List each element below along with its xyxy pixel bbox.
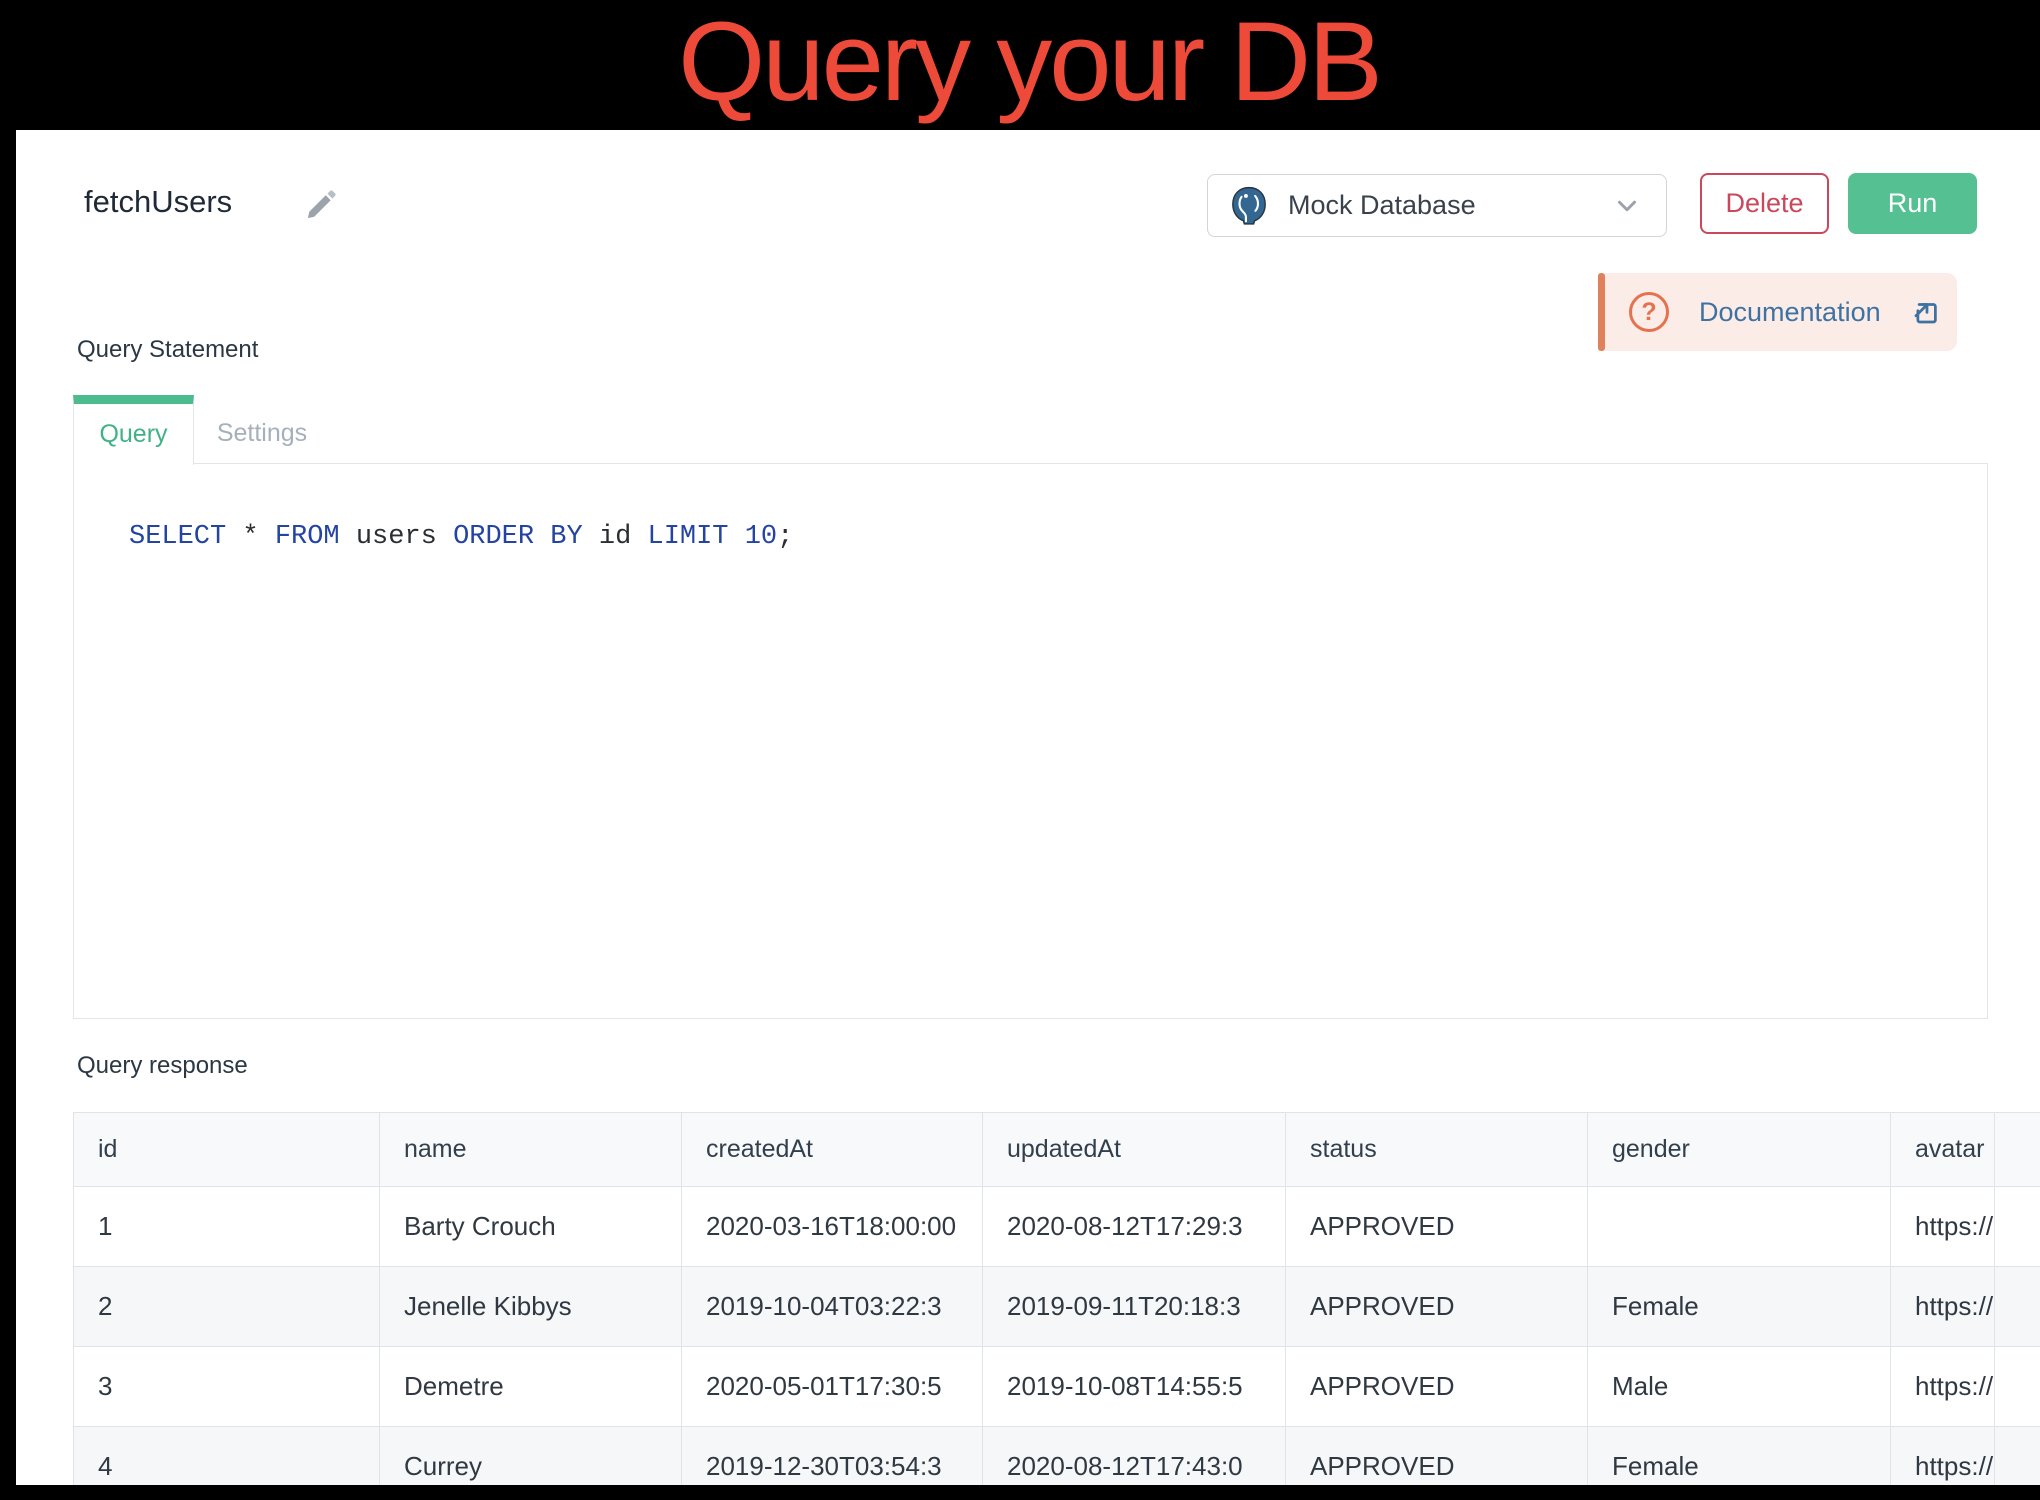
table-column-header-clipped bbox=[1995, 1113, 2040, 1187]
table-cell: https:// bbox=[1891, 1267, 1995, 1347]
postgresql-icon bbox=[1228, 185, 1270, 227]
query-response-table: idnamecreatedAtupdatedAtstatusgenderavat… bbox=[73, 1112, 2040, 1500]
tab-settings[interactable]: Settings bbox=[194, 404, 330, 462]
query-response-label: Query response bbox=[77, 1052, 248, 1080]
table-cell: APPROVED bbox=[1286, 1347, 1588, 1427]
documentation-link[interactable]: ? Documentation bbox=[1605, 273, 1957, 351]
sql-token: id bbox=[583, 522, 648, 552]
banner-title: Query your DB bbox=[0, 0, 2040, 124]
table-row: 1Barty Crouch2020-03-16T18:00:002020-08-… bbox=[74, 1187, 2040, 1267]
table-cell: Demetre bbox=[380, 1347, 682, 1427]
table-column-header-name: name bbox=[380, 1113, 682, 1187]
sql-token: ORDER BY bbox=[453, 522, 583, 552]
documentation-accent-bar bbox=[1598, 273, 1605, 351]
table-row: 3Demetre2020-05-01T17:30:52019-10-08T14:… bbox=[74, 1347, 2040, 1427]
table-cell: APPROVED bbox=[1286, 1187, 1588, 1267]
sql-token bbox=[729, 522, 745, 552]
external-link-icon bbox=[1911, 297, 1941, 327]
query-statement-label: Query Statement bbox=[77, 336, 258, 364]
app-page: Query your DB fetchUsers Mock Database bbox=[0, 0, 2040, 1500]
table-cell: Jenelle Kibbys bbox=[380, 1267, 682, 1347]
table-cell: 3 bbox=[74, 1347, 380, 1427]
bottom-black-strip bbox=[0, 1485, 2040, 1500]
table-column-header-id: id bbox=[74, 1113, 380, 1187]
database-selector-value: Mock Database bbox=[1288, 190, 1476, 221]
table-header-row: idnamecreatedAtupdatedAtstatusgenderavat… bbox=[74, 1113, 2040, 1187]
table-cell: 2019-10-04T03:22:3 bbox=[682, 1267, 983, 1347]
table-column-header-updatedAt: updatedAt bbox=[983, 1113, 1286, 1187]
run-button[interactable]: Run bbox=[1848, 173, 1977, 234]
table-column-header-createdAt: createdAt bbox=[682, 1113, 983, 1187]
sql-statement-text: SELECT * FROM users ORDER BY id LIMIT 10… bbox=[129, 522, 793, 552]
pencil-icon bbox=[304, 186, 340, 222]
table-cell: https:// bbox=[1891, 1347, 1995, 1427]
table-column-header-gender: gender bbox=[1588, 1113, 1891, 1187]
sql-token: * bbox=[226, 522, 275, 552]
sql-token: SELECT bbox=[129, 522, 226, 552]
table-column-header-avatar: avatar bbox=[1891, 1113, 1995, 1187]
table-cell bbox=[1995, 1187, 2040, 1267]
table-cell bbox=[1995, 1347, 2040, 1427]
delete-button[interactable]: Delete bbox=[1700, 173, 1829, 234]
query-response-table-container: idnamecreatedAtupdatedAtstatusgenderavat… bbox=[73, 1112, 2040, 1500]
database-selector-dropdown[interactable]: Mock Database bbox=[1207, 174, 1667, 237]
sql-token: LIMIT bbox=[648, 522, 729, 552]
table-cell: 2020-08-12T17:29:3 bbox=[983, 1187, 1286, 1267]
table-cell bbox=[1995, 1267, 2040, 1347]
table-cell: APPROVED bbox=[1286, 1267, 1588, 1347]
table-column-header-status: status bbox=[1286, 1113, 1588, 1187]
table-cell: 2020-05-01T17:30:5 bbox=[682, 1347, 983, 1427]
tab-query[interactable]: Query bbox=[73, 395, 194, 465]
table-cell: Male bbox=[1588, 1347, 1891, 1427]
sql-token: FROM bbox=[275, 522, 340, 552]
table-cell: 2 bbox=[74, 1267, 380, 1347]
table-cell: 2019-09-11T20:18:3 bbox=[983, 1267, 1286, 1347]
table-cell: 2019-10-08T14:55:5 bbox=[983, 1347, 1286, 1427]
edit-query-name-button[interactable] bbox=[304, 186, 340, 222]
sql-token: users bbox=[340, 522, 453, 552]
sql-token: 10 bbox=[745, 522, 777, 552]
sql-editor[interactable]: SELECT * FROM users ORDER BY id LIMIT 10… bbox=[73, 463, 1988, 1019]
left-black-strip bbox=[0, 0, 16, 1500]
top-banner: Query your DB bbox=[0, 0, 2040, 130]
query-name-title: fetchUsers bbox=[84, 184, 232, 220]
chevron-down-icon bbox=[1612, 191, 1642, 221]
table-row: 2Jenelle Kibbys2019-10-04T03:22:32019-09… bbox=[74, 1267, 2040, 1347]
sql-token: ; bbox=[777, 522, 793, 552]
documentation-label: Documentation bbox=[1699, 297, 1881, 328]
documentation-callout: ? Documentation bbox=[1598, 273, 1957, 351]
table-cell: Barty Crouch bbox=[380, 1187, 682, 1267]
table-cell: 2020-03-16T18:00:00 bbox=[682, 1187, 983, 1267]
table-body: 1Barty Crouch2020-03-16T18:00:002020-08-… bbox=[74, 1187, 2040, 1500]
table-cell: Female bbox=[1588, 1267, 1891, 1347]
table-cell bbox=[1588, 1187, 1891, 1267]
table-cell: https:// bbox=[1891, 1187, 1995, 1267]
question-circle-icon: ? bbox=[1629, 292, 1669, 332]
table-cell: 1 bbox=[74, 1187, 380, 1267]
